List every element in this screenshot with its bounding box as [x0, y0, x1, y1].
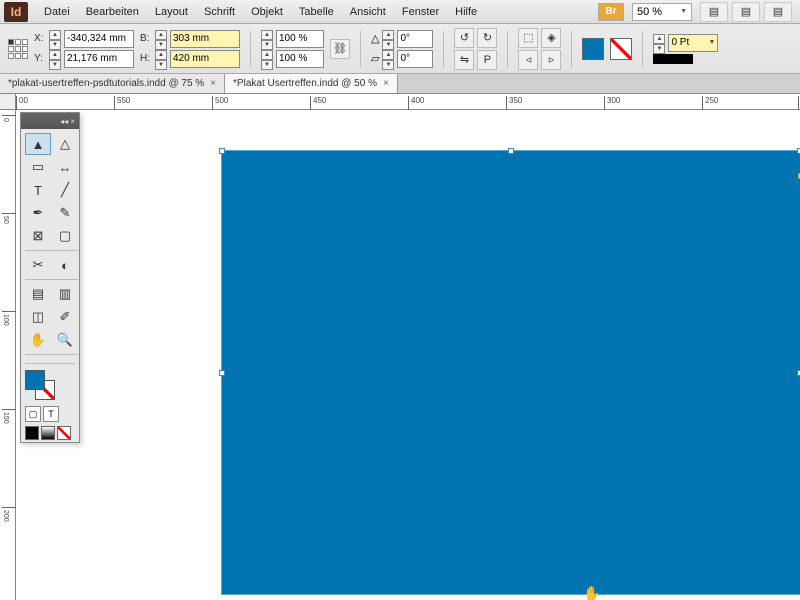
tool-rectangle[interactable]: ▢	[52, 225, 78, 247]
scale-y-input[interactable]: 100 %	[276, 50, 324, 68]
height-input[interactable]: 420 mm	[170, 50, 240, 68]
tool-gradient-feather[interactable]: ▥	[52, 283, 78, 305]
h-spinner[interactable]: ▲▼	[155, 50, 167, 68]
canvas[interactable]: ✋	[16, 110, 800, 600]
tool-zoom[interactable]: 🔍	[52, 329, 78, 351]
tool-gap[interactable]: ↔	[52, 156, 78, 178]
scaley-spinner[interactable]: ▲▼	[261, 50, 273, 68]
stroke-style[interactable]	[653, 54, 693, 64]
apply-color-icon[interactable]	[25, 426, 39, 440]
app-logo: Id	[4, 2, 28, 22]
reference-point[interactable]	[8, 39, 28, 59]
tool-line[interactable]: ╱	[52, 179, 78, 201]
stroke-spinner[interactable]: ▲▼	[653, 34, 665, 52]
tools-panel[interactable]: ◂◂ × ▲△▭↔T╱✒✎⊠▢✂◐▤▥◫✐✋🔍 ▢ T	[20, 112, 80, 443]
flip-h-icon[interactable]: ⇋	[454, 50, 474, 70]
tool-eyedropper[interactable]: ✐	[52, 306, 78, 328]
tool-note[interactable]: ◫	[25, 306, 51, 328]
bridge-button[interactable]: Br	[598, 3, 624, 21]
shear-input[interactable]: 0°	[397, 50, 433, 68]
tool-rectangle-frame[interactable]: ⊠	[25, 225, 51, 247]
menu-fenster[interactable]: Fenster	[394, 2, 447, 22]
menu-bearbeiten[interactable]: Bearbeiten	[78, 2, 147, 22]
document-tab-1[interactable]: *Plakat Usertreffen.indd @ 50 %×	[225, 74, 398, 93]
horizontal-ruler[interactable]: 00 550 500 450 400 350 300 250 200	[16, 94, 800, 110]
w-spinner[interactable]: ▲▼	[155, 30, 167, 48]
screen-mode-button[interactable]	[700, 2, 728, 22]
rot-spinner[interactable]: ▲▼	[382, 30, 394, 48]
select-container-icon[interactable]: ⬚	[518, 28, 538, 48]
tool-gradient-swatch[interactable]: ▤	[25, 283, 51, 305]
menu-ansicht[interactable]: Ansicht	[342, 2, 394, 22]
control-bar: X:▲▼-340,324 mm Y:▲▼21,176 mm B:▲▼303 mm…	[0, 24, 800, 74]
tool-scissors[interactable]: ✂	[25, 254, 51, 276]
width-input[interactable]: 303 mm	[170, 30, 240, 48]
ruler-origin[interactable]	[0, 94, 16, 110]
y-input[interactable]: 21,176 mm	[64, 50, 134, 68]
rotate-ccw-icon[interactable]: ↺	[454, 28, 474, 48]
shear-spinner[interactable]: ▲▼	[382, 50, 394, 68]
menu-datei[interactable]: Datei	[36, 2, 78, 22]
formatting-text-icon[interactable]: T	[43, 406, 59, 422]
formatting-container-icon[interactable]: ▢	[25, 406, 41, 422]
x-input[interactable]: -340,324 mm	[64, 30, 134, 48]
stroke-none-swatch[interactable]	[610, 38, 632, 60]
tool-pen[interactable]: ✒	[25, 202, 51, 224]
select-prev-icon[interactable]: ◃	[518, 50, 538, 70]
workspace: 00 550 500 450 400 350 300 250 200 0 50 …	[0, 94, 800, 600]
document-tab-0[interactable]: *plakat-usertreffen-psdtutorials.indd @ …	[0, 74, 225, 93]
shear-icon: ▱	[371, 52, 379, 65]
menu-schrift[interactable]: Schrift	[196, 2, 243, 22]
menubar: Id Datei Bearbeiten Layout Schrift Objek…	[0, 0, 800, 24]
tool-selection[interactable]: ▲	[25, 133, 51, 155]
scalex-spinner[interactable]: ▲▼	[261, 30, 273, 48]
tool-type[interactable]: T	[25, 179, 51, 201]
vertical-ruler[interactable]: 0 50 100 150 200	[0, 110, 16, 600]
fill-swatch[interactable]	[582, 38, 604, 60]
panel-header[interactable]: ◂◂ ×	[21, 113, 79, 129]
x-spinner[interactable]: ▲▼	[49, 30, 61, 48]
document-tabs: *plakat-usertreffen-psdtutorials.indd @ …	[0, 74, 800, 94]
stroke-weight-input[interactable]: 0 Pt	[668, 34, 718, 52]
hand-cursor-icon: ✋	[583, 585, 600, 600]
tool-direct-selection[interactable]: △	[52, 133, 78, 155]
flip-v-icon[interactable]: P	[477, 50, 497, 70]
apply-gradient-icon[interactable]	[41, 426, 55, 440]
menu-objekt[interactable]: Objekt	[243, 2, 291, 22]
select-content-icon[interactable]: ◈	[541, 28, 561, 48]
workspace-button[interactable]	[764, 2, 792, 22]
fill-color-swatch[interactable]	[25, 370, 45, 390]
menu-hilfe[interactable]: Hilfe	[447, 2, 485, 22]
menu-tabelle[interactable]: Tabelle	[291, 2, 342, 22]
selected-rectangle[interactable]	[221, 150, 800, 595]
rotation-input[interactable]: 0°	[397, 30, 433, 48]
rotate-cw-icon[interactable]: ↻	[477, 28, 497, 48]
tool-free-transform[interactable]: ◐	[52, 254, 78, 276]
y-spinner[interactable]: ▲▼	[49, 50, 61, 68]
zoom-dropdown[interactable]: 50 %	[632, 3, 692, 21]
constrain-icon[interactable]: ⛓	[330, 39, 350, 59]
apply-none-icon[interactable]	[57, 426, 71, 440]
tool-hand[interactable]: ✋	[25, 329, 51, 351]
select-next-icon[interactable]: ▹	[541, 50, 561, 70]
tool-pencil[interactable]: ✎	[52, 202, 78, 224]
tool-page[interactable]: ▭	[25, 156, 51, 178]
arrange-button[interactable]	[732, 2, 760, 22]
close-icon[interactable]: ×	[210, 78, 216, 89]
close-icon[interactable]: ×	[383, 78, 389, 89]
scale-x-input[interactable]: 100 %	[276, 30, 324, 48]
rotate-icon: △	[371, 32, 379, 45]
menu-layout[interactable]: Layout	[147, 2, 196, 22]
